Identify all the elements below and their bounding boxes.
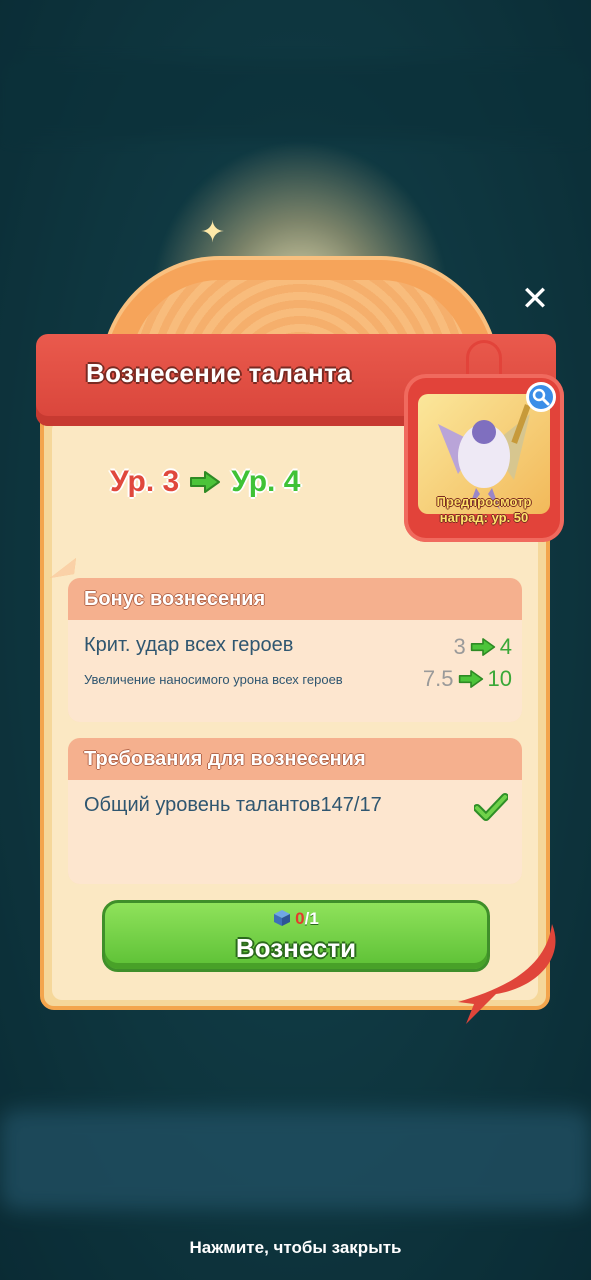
- ascend-button-label: Вознести: [235, 933, 357, 963]
- value-new: 10: [487, 666, 512, 691]
- arrow-right-icon: [190, 471, 221, 493]
- level-next: Ур. 4: [231, 465, 301, 498]
- reward-preview-tag[interactable]: Предпросмотр наград: ур. 50: [404, 340, 564, 542]
- bonus-row-label: Крит. удар всех героев: [84, 634, 294, 656]
- arrow-right-icon: [458, 670, 483, 688]
- bonus-header: Бонус вознесения: [68, 578, 522, 620]
- level-change: Ур. 3 Ур. 4: [110, 462, 300, 502]
- bonus-row-value: 3 4: [454, 634, 513, 660]
- value-new: 4: [499, 634, 512, 659]
- cost-have: 0: [295, 909, 305, 928]
- bonus-row-label: Увеличение наносимого урона всех героев: [84, 672, 343, 687]
- corner-fold-icon: [50, 558, 76, 578]
- arrow-right-icon: [470, 638, 495, 656]
- ribbon-decoration: [458, 924, 556, 1024]
- requirement-row-label: Общий уровень талантов147/17: [84, 794, 382, 816]
- bonus-section: Бонус вознесения Крит. удар всех героев …: [68, 578, 522, 722]
- ascend-button[interactable]: 0/1 Вознести: [102, 900, 490, 972]
- requirements-section: Требования для вознесения Общий уровень …: [68, 738, 522, 884]
- cube-icon: [274, 910, 291, 926]
- bonus-row-value: 7.5 10: [423, 666, 512, 692]
- ascend-cost: 0/1: [105, 909, 487, 929]
- tap-to-close-hint[interactable]: Нажмите, чтобы закрыть: [0, 1238, 591, 1258]
- reward-preview-label: Предпросмотр наград: ур. 50: [436, 494, 532, 525]
- dialog-title: Вознесение таланта: [86, 358, 352, 388]
- value-old: 3: [453, 634, 466, 659]
- value-old: 7.5: [422, 666, 454, 691]
- sparkle-icon: ✦: [200, 215, 226, 250]
- cost-need: /1: [304, 909, 319, 928]
- check-icon: [474, 793, 508, 821]
- magnifier-icon[interactable]: [526, 382, 556, 412]
- level-current: Ур. 3: [110, 465, 180, 498]
- close-button[interactable]: ✕: [518, 282, 552, 316]
- requirements-header: Требования для вознесения: [68, 738, 522, 780]
